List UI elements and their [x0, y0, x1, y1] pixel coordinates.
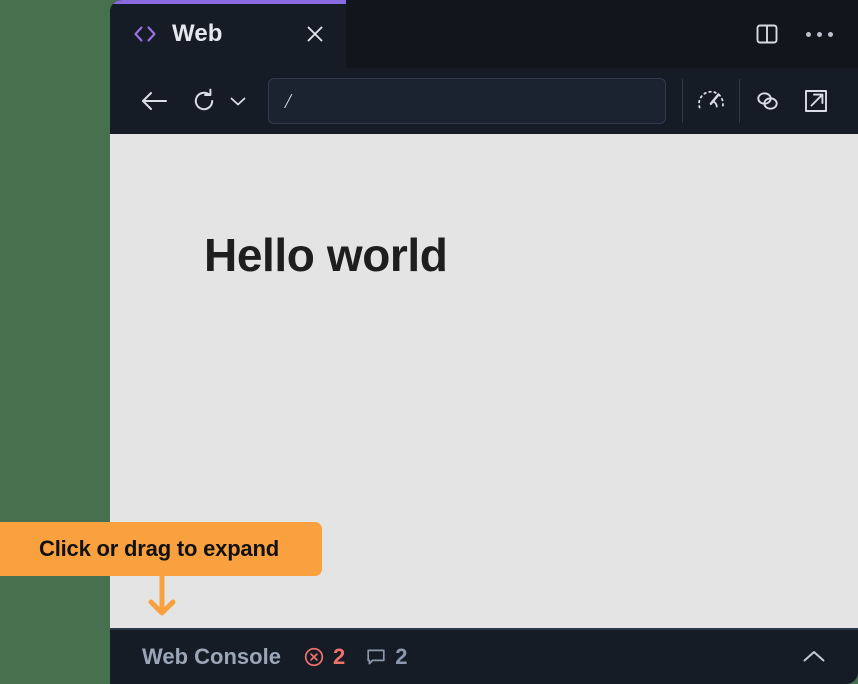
arrow-down-icon — [145, 572, 179, 618]
message-count-value: 2 — [395, 644, 408, 669]
tab-web[interactable]: Web — [110, 0, 346, 68]
tab-bar: Web — [110, 0, 858, 68]
expand-callout: Click or drag to expand — [0, 522, 322, 576]
performance-gauge-icon[interactable] — [687, 79, 735, 123]
url-value: / — [285, 88, 291, 113]
callout-text: Click or drag to expand — [39, 536, 279, 561]
more-options-icon[interactable] — [798, 13, 840, 55]
navigation-toolbar: / — [110, 68, 858, 134]
split-panel-icon[interactable] — [746, 13, 788, 55]
reload-options-chevron-down-icon[interactable] — [224, 81, 252, 121]
screen: Web / Hello world Web Console 2 2 Click … — [0, 0, 858, 684]
browser-window: Web / Hello world Web Console 2 2 — [110, 0, 858, 684]
message-bubble-icon — [365, 646, 387, 668]
toolbar-divider-2 — [739, 79, 740, 123]
tab-bar-actions — [346, 0, 858, 68]
link-icon[interactable] — [744, 79, 792, 123]
console-bar[interactable]: Web Console 2 2 — [110, 628, 858, 684]
error-circle-icon — [303, 646, 325, 668]
back-arrow-icon[interactable] — [132, 81, 176, 121]
url-input[interactable]: / — [268, 78, 666, 124]
console-title: Web Console — [142, 644, 281, 669]
chevron-up-icon[interactable] — [792, 635, 836, 679]
page-heading: Hello world — [204, 229, 448, 281]
tab-label: Web — [172, 20, 223, 47]
reload-icon[interactable] — [184, 81, 224, 121]
ellipsis-dots — [805, 31, 833, 37]
console-message-count[interactable]: 2 — [365, 646, 407, 668]
console-error-count[interactable]: 2 — [303, 646, 345, 668]
tab-close-icon[interactable] — [296, 15, 334, 53]
code-brackets-icon — [132, 23, 158, 45]
open-external-icon[interactable] — [792, 79, 840, 123]
error-count-value: 2 — [332, 644, 346, 669]
toolbar-divider — [682, 79, 683, 123]
